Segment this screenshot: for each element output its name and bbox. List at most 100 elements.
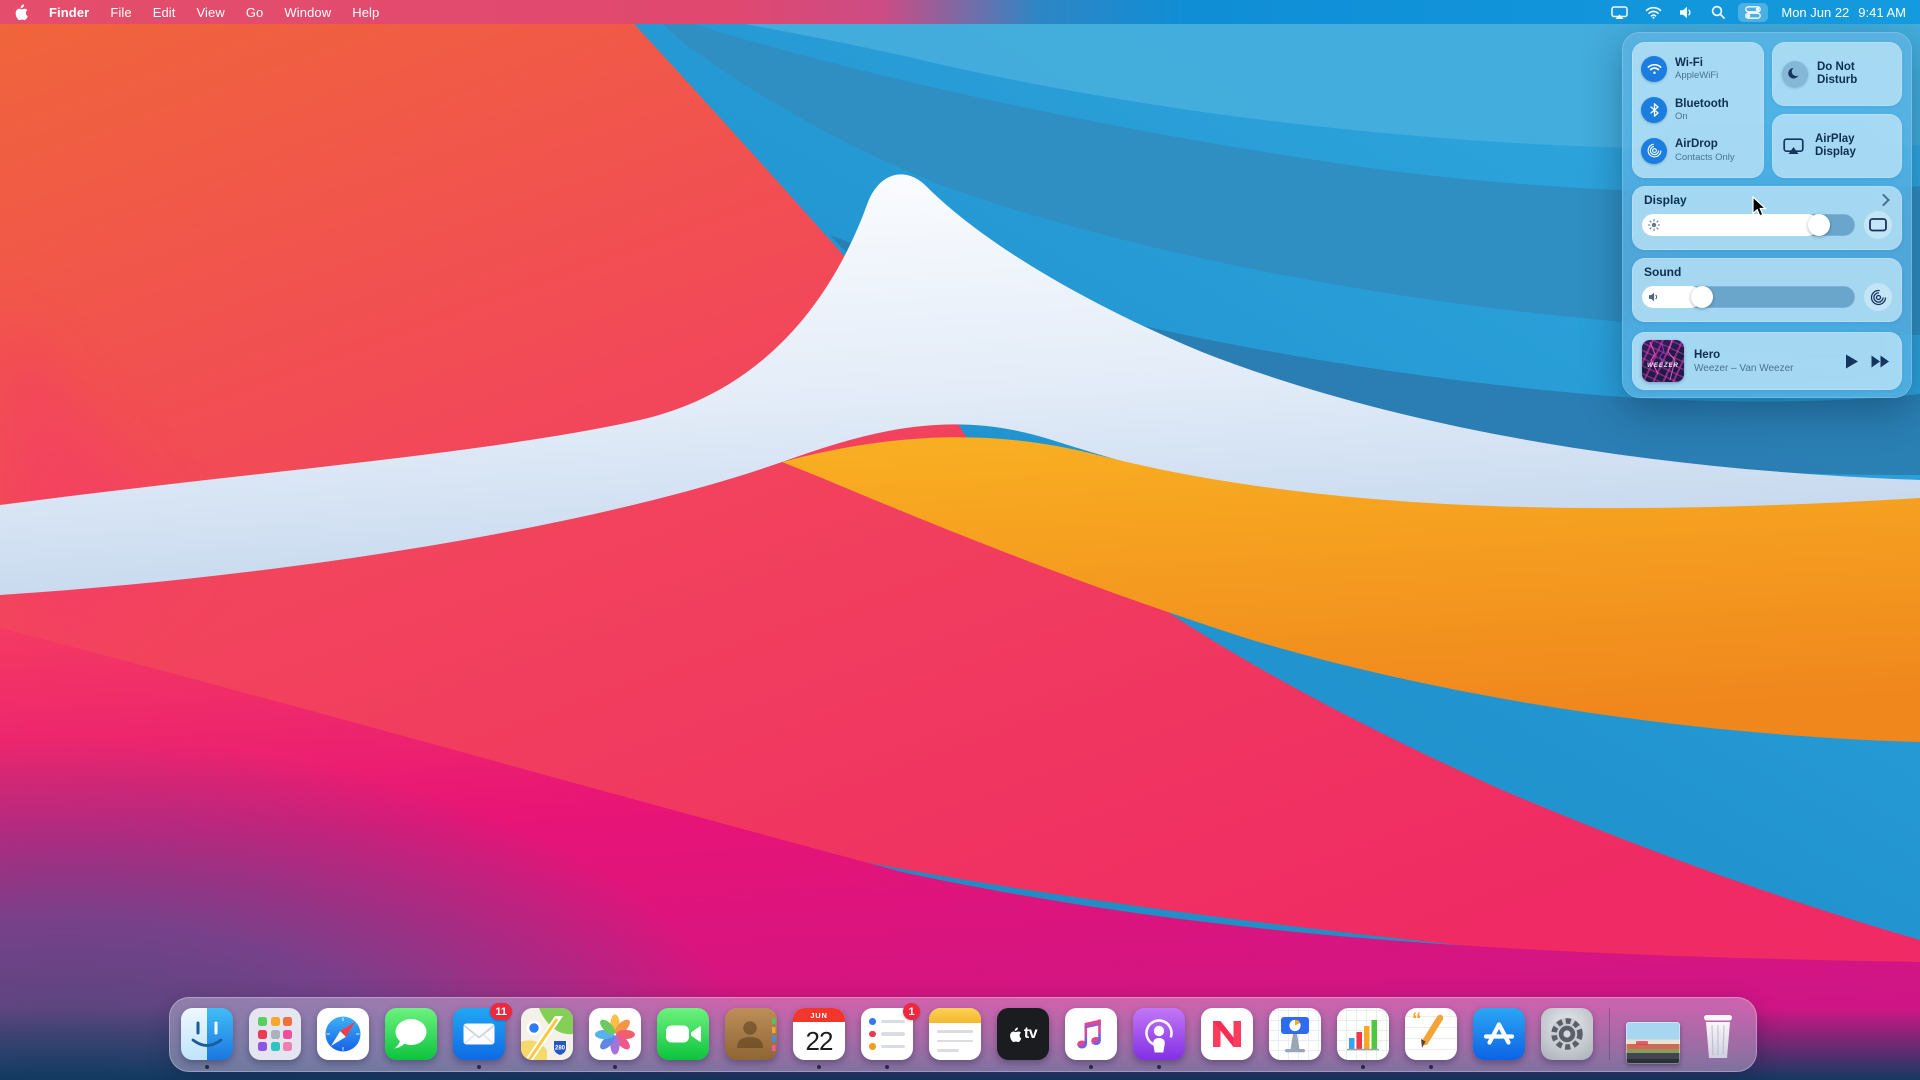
display-label: Display (1644, 193, 1687, 207)
running-indicator (1157, 1065, 1161, 1069)
running-indicator (1429, 1065, 1433, 1069)
wifi-toggle[interactable]: Wi-Fi AppleWiFi (1641, 56, 1755, 82)
now-playing-card[interactable]: WEEZER Hero Weezer – Van Weezer (1632, 332, 1902, 390)
airdrop-toggle-icon (1641, 138, 1667, 164)
mouse-cursor (1752, 196, 1767, 218)
running-indicator (477, 1065, 481, 1069)
volume-slider[interactable] (1642, 286, 1855, 308)
dock-item-photo-file[interactable] (1626, 1022, 1680, 1064)
menu-bar-time: 9:41 AM (1858, 5, 1906, 20)
app-store-icon (1473, 1008, 1525, 1060)
dock-item-messages[interactable] (385, 1008, 437, 1060)
dock-item-facetime[interactable] (657, 1008, 709, 1060)
maps-icon: 280 (521, 1008, 573, 1060)
reminders-badge: 1 (903, 1003, 920, 1020)
finder-icon (181, 1008, 233, 1060)
menu-item-window[interactable]: Window (284, 5, 331, 20)
menu-item-file[interactable]: File (110, 5, 131, 20)
brightness-slider[interactable] (1642, 214, 1855, 236)
airplay-audio-button[interactable] (1864, 283, 1892, 311)
sound-label: Sound (1644, 265, 1681, 279)
brightness-sun-icon (1648, 219, 1660, 231)
dock-item-news[interactable] (1201, 1008, 1253, 1060)
dock-item-podcasts[interactable] (1133, 1008, 1185, 1060)
menu-item-edit[interactable]: Edit (153, 5, 176, 20)
chevron-right-icon[interactable] (1882, 194, 1890, 206)
notes-icon (929, 1008, 981, 1060)
tv-label: tv (1024, 1025, 1037, 1043)
safari-icon (317, 1008, 369, 1060)
airdrop-toggle[interactable]: AirDrop Contacts Only (1641, 138, 1755, 164)
system-preferences-icon (1541, 1008, 1593, 1060)
dock-item-calendar[interactable]: JUN 22 (793, 1008, 845, 1060)
dock-item-mail[interactable]: 11 (453, 1008, 505, 1060)
running-indicator (817, 1065, 821, 1069)
wifi-toggle-icon (1641, 56, 1667, 82)
calendar-icon: JUN 22 (793, 1008, 845, 1060)
display-settings-button[interactable] (1864, 211, 1892, 239)
bluetooth-toggle-icon (1641, 97, 1667, 123)
apple-tv-icon: tv (997, 1008, 1049, 1060)
menu-item-view[interactable]: View (197, 5, 225, 20)
dock-item-numbers[interactable] (1337, 1008, 1389, 1060)
volume-icon[interactable] (1679, 6, 1694, 19)
menu-item-go[interactable]: Go (246, 5, 264, 20)
wifi-icon[interactable] (1645, 6, 1662, 19)
menu-bar-date: Mon Jun 22 (1781, 5, 1849, 20)
dock-item-finder[interactable] (181, 1008, 233, 1060)
messages-icon (385, 1008, 437, 1060)
menu-item-finder[interactable]: Finder (49, 5, 89, 20)
album-art-text: WEEZER (1642, 363, 1684, 369)
album-art: WEEZER (1642, 340, 1684, 382)
pages-icon: “ (1405, 1008, 1457, 1060)
music-icon (1065, 1008, 1117, 1060)
airplay-display-button[interactable]: AirPlay Display (1772, 114, 1902, 178)
bluetooth-status: On (1675, 111, 1729, 122)
dock-item-safari[interactable] (317, 1008, 369, 1060)
play-button[interactable] (1845, 354, 1858, 369)
dock-item-tv[interactable]: tv (997, 1008, 1049, 1060)
photos-icon (589, 1008, 641, 1060)
now-playing-title: Hero (1694, 349, 1835, 361)
trash-icon (1699, 1012, 1737, 1060)
dock-item-reminders[interactable]: 1 (861, 1008, 913, 1060)
dock-item-maps[interactable]: 280 (521, 1008, 573, 1060)
volume-knob[interactable] (1691, 286, 1713, 308)
volume-speaker-icon (1648, 292, 1660, 303)
running-indicator (885, 1065, 889, 1069)
dock: 11 280 (169, 997, 1757, 1072)
dock-divider (1609, 1008, 1610, 1060)
wifi-label: Wi-Fi (1675, 57, 1718, 70)
dock-item-trash[interactable] (1696, 1008, 1740, 1060)
calendar-day: 22 (793, 1022, 845, 1060)
dock-item-keynote[interactable] (1269, 1008, 1321, 1060)
menu-bar-clock[interactable]: Mon Jun 22 9:41 AM (1781, 5, 1906, 20)
spotlight-search-icon[interactable] (1711, 5, 1725, 19)
control-center-panel: Wi-Fi AppleWiFi Bluetooth On (1622, 32, 1912, 398)
brightness-knob[interactable] (1808, 214, 1830, 236)
moon-icon (1782, 61, 1808, 87)
dock-item-system-preferences[interactable] (1541, 1008, 1593, 1060)
airplay-display-icon (1782, 138, 1806, 155)
dock-item-contacts[interactable] (725, 1008, 777, 1060)
airplay-display-label: AirPlay Display (1815, 133, 1892, 159)
control-center-icon[interactable] (1738, 3, 1768, 22)
menu-item-help[interactable]: Help (352, 5, 379, 20)
dock-item-launchpad[interactable] (249, 1008, 301, 1060)
fast-forward-button[interactable] (1871, 355, 1890, 368)
dock-item-photos[interactable] (589, 1008, 641, 1060)
dock-item-notes[interactable] (929, 1008, 981, 1060)
dock-item-music[interactable] (1065, 1008, 1117, 1060)
do-not-disturb-toggle[interactable]: Do Not Disturb (1772, 42, 1902, 106)
running-indicator (613, 1065, 617, 1069)
dock-item-app-store[interactable] (1473, 1008, 1525, 1060)
apple-menu[interactable] (14, 4, 29, 21)
maps-route-shield-text: 280 (555, 1046, 566, 1052)
dock-item-pages[interactable]: “ (1405, 1008, 1457, 1060)
brightness-fill (1642, 214, 1819, 236)
bluetooth-toggle[interactable]: Bluetooth On (1641, 97, 1755, 123)
screen-mirroring-icon[interactable] (1611, 5, 1628, 20)
running-indicator (205, 1065, 209, 1069)
airdrop-status: Contacts Only (1675, 152, 1735, 163)
display-card: Display (1632, 186, 1902, 250)
